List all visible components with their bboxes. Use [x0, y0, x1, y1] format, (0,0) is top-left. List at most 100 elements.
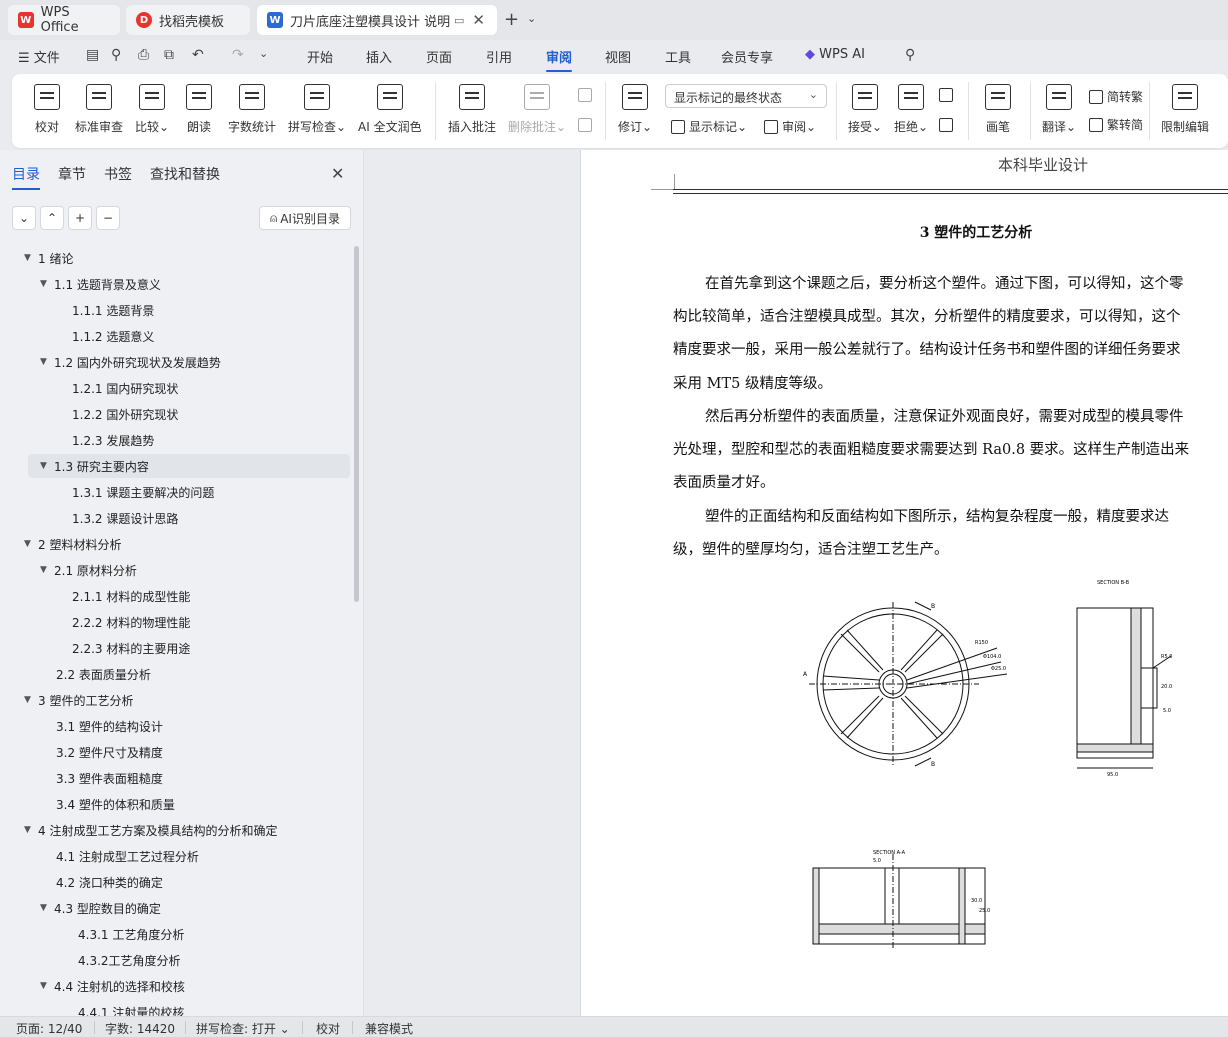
delete-comment-button[interactable]: 删除批注⌄	[508, 74, 566, 148]
menu-tools[interactable]: 工具	[665, 47, 691, 66]
restrict-edit-button[interactable]: 限制编辑	[1161, 74, 1209, 148]
expand-triangle-icon[interactable]: ▼	[40, 461, 54, 471]
toc-item[interactable]: ▼ 1.3 研究主要内容	[28, 454, 350, 478]
toc-item[interactable]: 1.2.1 国内研究现状	[0, 376, 352, 400]
expand-triangle-icon[interactable]: ▼	[40, 903, 54, 913]
translate-button[interactable]: 翻译⌄	[1042, 74, 1076, 148]
search-icon[interactable]: ⚲	[905, 47, 915, 63]
toc-item[interactable]: 3.1 塑件的结构设计	[0, 714, 352, 738]
toc-item[interactable]: 3.2 塑件尺寸及精度	[0, 740, 352, 764]
remove-heading-button[interactable]: −	[96, 206, 120, 230]
nav-tab-find-replace[interactable]: 查找和替换	[150, 164, 220, 184]
nav-tab-toc[interactable]: 目录	[12, 164, 40, 190]
markup-mode-dropdown[interactable]: 显示标记的最终状态 ⌄	[665, 84, 827, 108]
expand-triangle-icon[interactable]: ▼	[24, 253, 38, 263]
menu-page[interactable]: 页面	[426, 47, 452, 66]
toc-item[interactable]: 2.2 表面质量分析	[0, 662, 352, 686]
nav-tab-bookmarks[interactable]: 书签	[104, 164, 132, 184]
spell-check-button[interactable]: 拼写检查⌄	[288, 74, 346, 148]
toc-item[interactable]: 1.1.1 选题背景	[0, 298, 352, 322]
toc-item[interactable]: 4.3.2工艺角度分析	[0, 948, 352, 972]
toc-item[interactable]: ▼ 4 注射成型工艺方案及模具结构的分析和确定	[0, 818, 352, 842]
expand-triangle-icon[interactable]: ▼	[40, 279, 54, 289]
show-markup-button[interactable]: 显示标记 ⌄	[671, 118, 747, 135]
file-menu[interactable]: ☰ 文件	[18, 47, 60, 66]
review-pane-button[interactable]: 审阅 ⌄	[764, 118, 816, 135]
compare-button[interactable]: 比较⌄	[135, 74, 169, 148]
document-page[interactable]: 本科毕业设计 3 塑件的工艺分析 在首先拿到这个课题之后，要分析这个塑件。通过下…	[580, 150, 1228, 1016]
toc-item[interactable]: 4.1 注射成型工艺过程分析	[0, 844, 352, 868]
to-traditional-button[interactable]: 简转繁	[1089, 88, 1143, 105]
toc-item[interactable]: 4.2 浇口种类的确定	[0, 870, 352, 894]
close-tab-icon[interactable]: ✕	[472, 11, 485, 29]
expand-triangle-icon[interactable]: ▼	[40, 981, 54, 991]
toc-item[interactable]: 4.3.1 工艺角度分析	[0, 922, 352, 946]
accept-button[interactable]: 接受⌄	[848, 74, 882, 148]
ai-polish-button[interactable]: AI 全文润色	[358, 74, 422, 148]
collapse-up-button[interactable]: ⌃	[40, 206, 64, 230]
add-heading-button[interactable]: +	[68, 206, 92, 230]
toc-item[interactable]: 1.3.2 课题设计思路	[0, 506, 352, 530]
toc-item[interactable]: ▼ 2 塑料材料分析	[0, 532, 352, 556]
menu-review[interactable]: 审阅	[546, 47, 573, 72]
menu-view[interactable]: 视图	[605, 47, 631, 66]
nav-tab-sections[interactable]: 章节	[58, 164, 86, 184]
menu-wps-ai[interactable]: ◆ WPS AI	[805, 47, 865, 62]
toc-item[interactable]: 1.1.2 选题意义	[0, 324, 352, 348]
quick-access-more-icon[interactable]: ⌄	[259, 47, 268, 60]
tab-list-chevron-icon[interactable]: ⌄	[527, 12, 536, 25]
menu-insert[interactable]: 插入	[366, 47, 392, 66]
toc-item[interactable]: 3.4 塑件的体积和质量	[0, 792, 352, 816]
toc-scrollbar[interactable]	[354, 246, 359, 602]
tab-document[interactable]: W 刀片底座注塑模具设计 说明书 ▭ ✕	[257, 5, 497, 35]
next-comment-icon[interactable]	[578, 118, 596, 132]
new-tab-icon[interactable]: +	[504, 9, 519, 30]
toc-item[interactable]: ▼ 4.4 注射机的选择和校核	[0, 974, 352, 998]
close-panel-icon[interactable]: ✕	[331, 164, 344, 183]
reject-button[interactable]: 拒绝⌄	[894, 74, 928, 148]
monitor-icon[interactable]: ▭	[454, 14, 464, 27]
status-word-count[interactable]: 字数: 14420	[105, 1020, 175, 1037]
toc-item[interactable]: 4.4.1 注射量的校核	[0, 1000, 352, 1017]
undo-icon[interactable]: ↶	[192, 47, 204, 63]
toc-item[interactable]: ▼ 1.1 选题背景及意义	[0, 272, 352, 296]
expand-triangle-icon[interactable]: ▼	[24, 695, 38, 705]
read-aloud-button[interactable]: 朗读	[186, 74, 212, 148]
toc-item[interactable]: ▼ 1.2 国内外研究现状及发展趋势	[0, 350, 352, 374]
next-revision-icon[interactable]	[939, 118, 957, 132]
expand-down-button[interactable]: ⌄	[12, 206, 36, 230]
toc-item[interactable]: ▼ 4.3 型腔数目的确定	[0, 896, 352, 920]
status-spell-check[interactable]: 拼写检查: 打开 ⌄	[196, 1020, 290, 1037]
toc-item[interactable]: 3.3 塑件表面粗糙度	[0, 766, 352, 790]
toc-item[interactable]: ▼ 2.1 原材料分析	[0, 558, 352, 582]
standard-review-button[interactable]: 标准审查	[75, 74, 123, 148]
print-icon[interactable]: ⎙	[138, 47, 149, 63]
pen-button[interactable]: 画笔	[985, 74, 1011, 148]
expand-triangle-icon[interactable]: ▼	[40, 565, 54, 575]
toc-item[interactable]: 2.2.3 材料的主要用途	[0, 636, 352, 660]
toc-item[interactable]: 1.3.1 课题主要解决的问题	[0, 480, 352, 504]
prev-revision-icon[interactable]	[939, 88, 957, 102]
status-proof[interactable]: 校对	[316, 1020, 340, 1037]
toc-item[interactable]: 1.2.3 发展趋势	[0, 428, 352, 452]
expand-triangle-icon[interactable]: ▼	[40, 357, 54, 367]
toc-item[interactable]: 1.2.2 国外研究现状	[0, 402, 352, 426]
share-icon[interactable]: ⚲	[111, 47, 121, 63]
tab-wps-office[interactable]: W WPS Office	[8, 5, 120, 35]
insert-comment-button[interactable]: 插入批注	[448, 74, 496, 148]
redo-icon[interactable]: ↷	[232, 47, 244, 63]
expand-triangle-icon[interactable]: ▼	[24, 825, 38, 835]
to-simplified-button[interactable]: 繁转简	[1089, 116, 1143, 133]
toc-item[interactable]: 2.2.2 材料的物理性能	[0, 610, 352, 634]
expand-triangle-icon[interactable]: ▼	[24, 539, 38, 549]
toc-item[interactable]: ▼ 1 绪论	[0, 246, 352, 270]
revise-button[interactable]: 修订⌄	[618, 74, 652, 148]
menu-member[interactable]: 会员专享	[721, 47, 773, 66]
status-page[interactable]: 页面: 12/40	[16, 1020, 82, 1037]
tab-template[interactable]: D 找稻壳模板	[126, 5, 250, 35]
prev-comment-icon[interactable]	[578, 88, 596, 102]
toc-item[interactable]: 2.1.1 材料的成型性能	[0, 584, 352, 608]
proof-button[interactable]: 校对	[34, 74, 60, 148]
menu-start[interactable]: 开始	[307, 47, 333, 66]
word-count-button[interactable]: 字数统计	[228, 74, 276, 148]
